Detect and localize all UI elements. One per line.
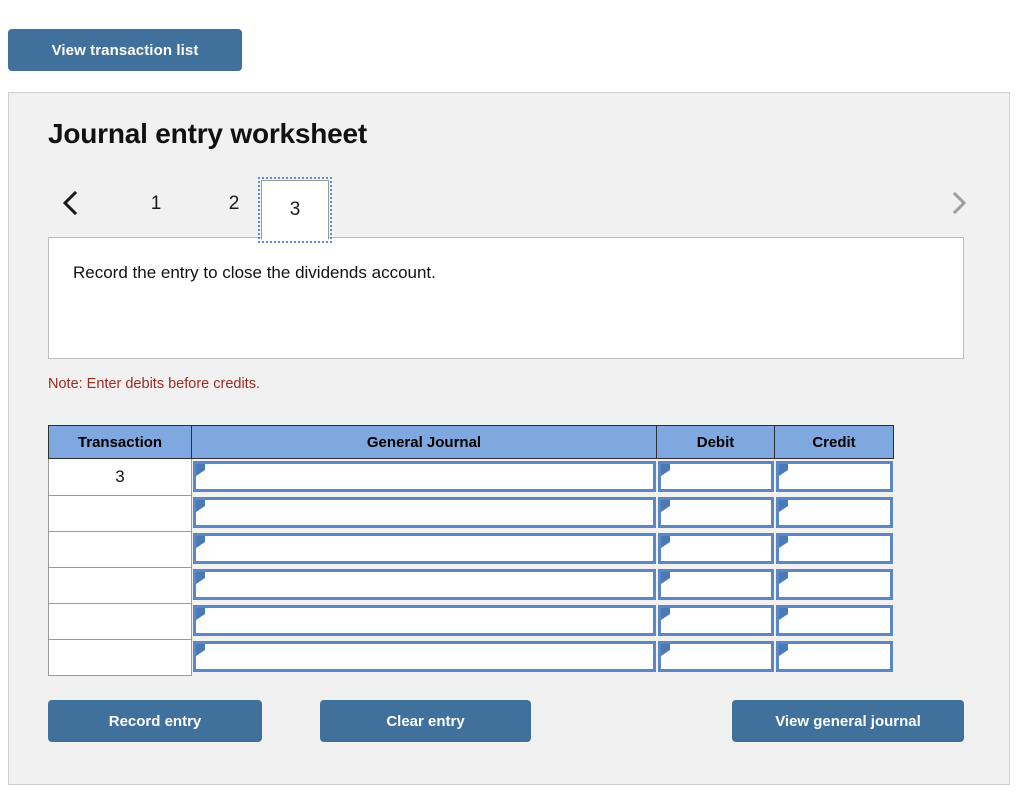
- cell-marker-icon: [660, 535, 670, 548]
- page-root: View transaction list Journal entry work…: [0, 0, 1024, 792]
- cell-marker-icon: [778, 607, 788, 620]
- transaction-number-cell: [48, 530, 192, 568]
- instruction-text: Record the entry to close the dividends …: [73, 263, 436, 282]
- pager-tab-1[interactable]: 1: [128, 180, 184, 228]
- column-header-general-journal: General Journal: [191, 425, 657, 459]
- credit-input-cell[interactable]: [775, 495, 894, 531]
- pager-tab-3-active[interactable]: 3: [258, 177, 332, 243]
- debit-input-cell[interactable]: [657, 639, 775, 675]
- cell-marker-icon: [778, 571, 788, 584]
- credit-input-cell[interactable]: [775, 603, 894, 639]
- general-journal-input-cell[interactable]: [192, 639, 657, 675]
- page-title: Journal entry worksheet: [48, 118, 368, 149]
- debit-input-cell[interactable]: [657, 459, 775, 496]
- column-header-debit: Debit: [656, 425, 775, 459]
- general-journal-input-cell[interactable]: [192, 459, 657, 496]
- general-journal-input-cell[interactable]: [192, 495, 657, 531]
- column-header-credit: Credit: [774, 425, 894, 459]
- debits-before-credits-note: Note: Enter debits before credits.: [48, 376, 260, 392]
- table-header-row: Transaction General Journal Debit Credit: [48, 425, 894, 459]
- table-row: [48, 530, 894, 568]
- transaction-number-cell: [48, 566, 192, 604]
- cell-marker-icon: [196, 571, 205, 584]
- credit-input-cell[interactable]: [775, 531, 894, 567]
- cell-marker-icon: [196, 535, 205, 548]
- column-header-transaction: Transaction: [48, 425, 192, 459]
- chevron-right-icon[interactable]: [945, 186, 973, 220]
- debit-input-cell[interactable]: [657, 531, 775, 567]
- credit-input-cell[interactable]: [775, 459, 894, 496]
- table-row: [48, 566, 894, 604]
- cell-marker-icon: [660, 463, 670, 476]
- cell-marker-icon: [196, 643, 205, 656]
- table-row: [48, 638, 894, 676]
- record-entry-button[interactable]: Record entry: [48, 700, 262, 742]
- transaction-number-cell: [48, 638, 192, 676]
- debit-input-cell[interactable]: [657, 567, 775, 603]
- journal-entry-worksheet-panel: Journal entry worksheet 1 2 3 Record the…: [8, 92, 1010, 785]
- clear-entry-button[interactable]: Clear entry: [320, 700, 531, 742]
- cell-marker-icon: [660, 643, 670, 656]
- cell-marker-icon: [778, 643, 788, 656]
- cell-marker-icon: [660, 499, 670, 512]
- general-journal-input-cell[interactable]: [192, 603, 657, 639]
- table-row: [48, 602, 894, 640]
- general-journal-input-cell[interactable]: [192, 531, 657, 567]
- chevron-left-icon[interactable]: [56, 186, 84, 220]
- cell-marker-icon: [196, 463, 205, 476]
- cell-marker-icon: [660, 607, 670, 620]
- cell-marker-icon: [196, 499, 205, 512]
- table-row: [48, 494, 894, 532]
- table-row: 3: [48, 458, 894, 496]
- cell-marker-icon: [196, 607, 205, 620]
- pager-tab-2[interactable]: 2: [206, 180, 262, 228]
- debit-input-cell[interactable]: [657, 495, 775, 531]
- journal-entry-table: Transaction General Journal Debit Credit…: [48, 425, 894, 676]
- transaction-number-cell: 3: [48, 458, 192, 496]
- worksheet-pager: 1 2 3: [48, 176, 973, 243]
- transaction-number-cell: [48, 602, 192, 640]
- view-transaction-list-button[interactable]: View transaction list: [8, 29, 242, 71]
- cell-marker-icon: [778, 463, 788, 476]
- credit-input-cell[interactable]: [775, 639, 894, 675]
- view-general-journal-button[interactable]: View general journal: [732, 700, 964, 742]
- debit-input-cell[interactable]: [657, 603, 775, 639]
- cell-marker-icon: [778, 499, 788, 512]
- cell-marker-icon: [660, 571, 670, 584]
- credit-input-cell[interactable]: [775, 567, 894, 603]
- cell-marker-icon: [778, 535, 788, 548]
- general-journal-input-cell[interactable]: [192, 567, 657, 603]
- instruction-box: Record the entry to close the dividends …: [48, 237, 964, 359]
- transaction-number-cell: [48, 494, 192, 532]
